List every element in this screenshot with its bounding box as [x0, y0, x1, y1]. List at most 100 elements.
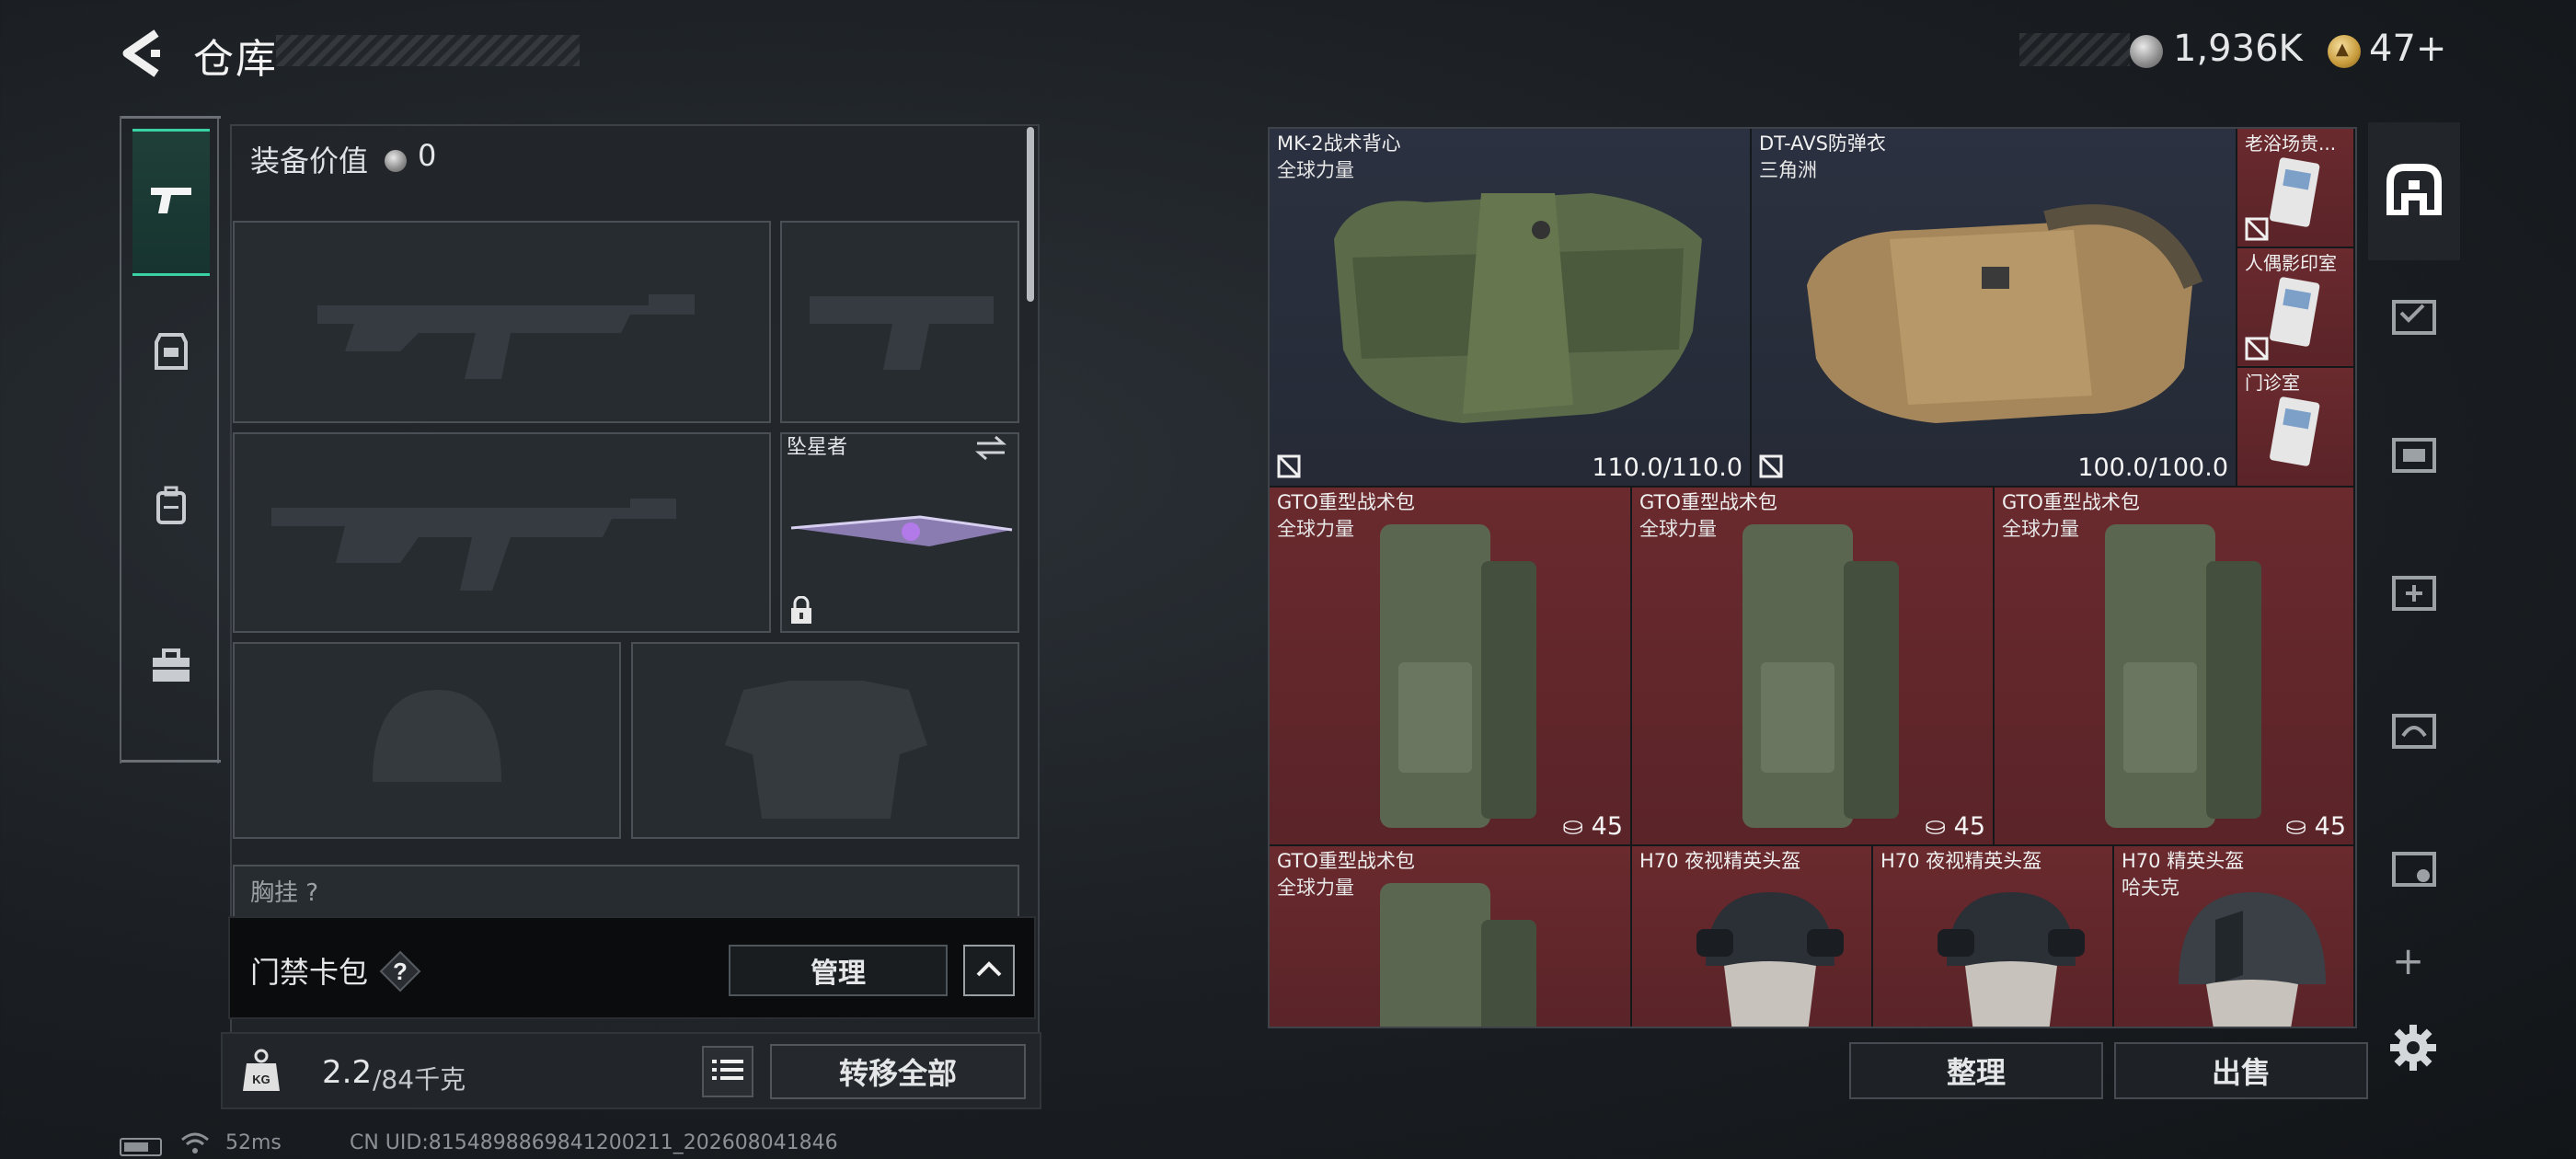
keycard-image — [2270, 396, 2320, 466]
weight-current: 2.2 — [322, 1054, 373, 1091]
gold-coin-icon — [2328, 35, 2361, 68]
item-capacity: ⛀ 45 — [2285, 812, 2346, 841]
svg-text:KG: KG — [252, 1073, 270, 1086]
battery-icon — [120, 1138, 162, 1156]
silver-coin-icon — [2130, 35, 2163, 68]
item-capacity: ⛀ 45 — [1925, 812, 1985, 841]
backpack-image — [1742, 524, 1899, 828]
body-armor-image — [1807, 204, 2203, 423]
collapse-button[interactable] — [963, 945, 1015, 996]
item-subtitle: 全球力量 — [2002, 518, 2079, 540]
nav-weapons[interactable] — [132, 129, 210, 276]
backpack-icon — [153, 486, 190, 530]
tab-stash-2[interactable] — [2368, 386, 2460, 524]
settings-gear-icon[interactable] — [2388, 1023, 2438, 1073]
item-subtitle: 全球力量 — [1639, 518, 1717, 540]
capacity-value: 45 — [2314, 812, 2346, 841]
tab-stash-1[interactable] — [2368, 248, 2460, 386]
item-capacity: ⛀ 45 — [1562, 812, 1623, 841]
list-icon — [712, 1058, 743, 1085]
no-grid-icon — [2245, 337, 2269, 361]
backpack-image — [1380, 524, 1536, 828]
stash-item-backpack[interactable]: GTO重型战术包 全球力量 — [1270, 846, 1632, 1027]
loadout-scrollbar[interactable] — [1027, 127, 1034, 302]
rifle-silhouette-icon — [317, 294, 695, 379]
helmet-slot[interactable] — [233, 642, 621, 839]
stash-item-armor[interactable]: DT-AVS防弹衣 三角洲 100.0/100.0 — [1752, 129, 2237, 488]
swap-icon[interactable] — [975, 434, 1006, 462]
tab-stash-5[interactable] — [2368, 800, 2460, 938]
item-name: 门诊室 — [2245, 372, 2300, 394]
silver-coin-icon — [385, 150, 407, 172]
keycard-label: 门禁卡包 — [250, 955, 369, 990]
sell-button[interactable]: 出售 — [2114, 1042, 2368, 1099]
stash-home-icon — [2386, 164, 2442, 219]
stash-tabs — [2364, 122, 2464, 955]
rifle-silhouette-icon — [271, 499, 676, 591]
item-durability: 100.0/100.0 — [2077, 453, 2228, 482]
silver-currency-amount: 1,936K — [2173, 28, 2303, 70]
weight-kg-icon: KG — [241, 1049, 282, 1093]
weight-max: /84千克 — [373, 1064, 466, 1095]
list-view-button[interactable] — [702, 1046, 753, 1097]
stash-tab-icon — [2388, 568, 2440, 618]
capacity-icon: ⛀ — [1925, 812, 1954, 841]
chest-rig-label: 胸挂 ? — [250, 879, 319, 907]
equip-value-amount: 0 — [418, 138, 437, 173]
chest-rig-slot[interactable] — [233, 865, 1019, 920]
capacity-value: 45 — [1591, 812, 1623, 841]
stash-item-helmet[interactable]: H70 精英头盔 哈夫克 — [2114, 846, 2355, 1027]
tab-stash-3[interactable] — [2368, 524, 2460, 662]
backpack-image — [1380, 883, 1536, 1027]
nav-case[interactable] — [132, 594, 210, 741]
transfer-all-button[interactable]: 转移全部 — [770, 1044, 1026, 1099]
stash-item-helmet[interactable]: H70 夜视精英头盔 — [1873, 846, 2114, 1027]
armor-silhouette-icon — [725, 681, 927, 819]
backpack-image — [2105, 524, 2261, 828]
night-vision-helmet-image — [1696, 892, 1844, 1027]
no-grid-icon — [1759, 454, 1783, 478]
item-subtitle: 全球力量 — [1277, 518, 1354, 540]
stash-grid: MK-2战术背心 全球力量 110.0/110.0 DT-AVS防弹衣 三角洲 … — [1268, 127, 2357, 1028]
item-name: DT-AVS防弹衣 — [1759, 132, 1886, 155]
item-subtitle: 全球力量 — [1277, 877, 1354, 899]
equip-value-label: 装备价值 — [250, 143, 369, 178]
sort-button[interactable]: 整理 — [1849, 1042, 2103, 1099]
stash-item-keycard[interactable]: 门诊室 — [2237, 368, 2355, 488]
nav-backpack[interactable] — [132, 434, 210, 581]
stash-item-vest[interactable]: MK-2战术背心 全球力量 110.0/110.0 — [1270, 129, 1752, 488]
stash-tab-icon — [2388, 430, 2440, 480]
stash-item-helmet[interactable]: H70 夜视精英头盔 — [1632, 846, 1873, 1027]
back-icon[interactable] — [118, 28, 164, 79]
stash-item-keycard[interactable]: 老浴场贵... — [2237, 129, 2355, 248]
stash-item-keycard[interactable]: 人偶影印室 — [2237, 248, 2355, 368]
keycard-image — [2270, 157, 2320, 227]
item-name: 人偶影印室 — [2245, 252, 2337, 274]
stash-item-backpack[interactable]: GTO重型战术包 全球力量 ⛀ 45 — [1270, 488, 1632, 846]
category-nav — [120, 116, 221, 763]
tab-stash-main[interactable] — [2368, 122, 2460, 260]
item-subtitle: 三角洲 — [1759, 159, 1817, 181]
body-armor-slot[interactable] — [631, 642, 1019, 839]
primary-weapon-slot[interactable] — [233, 221, 771, 423]
chevron-up-icon — [976, 960, 1002, 981]
wifi-icon — [180, 1131, 210, 1159]
item-name: 老浴场贵... — [2245, 132, 2337, 155]
add-tab-icon[interactable]: + — [2392, 938, 2424, 983]
gold-currency-amount[interactable]: 47+ — [2369, 28, 2446, 70]
item-name: MK-2战术背心 — [1277, 132, 1401, 155]
tab-stash-4[interactable] — [2368, 662, 2460, 800]
stash-item-backpack[interactable]: GTO重型战术包 全球力量 ⛀ 45 — [1632, 488, 1995, 846]
nav-armor[interactable] — [132, 280, 210, 427]
manage-button[interactable]: 管理 — [729, 945, 948, 996]
item-name: H70 夜视精英头盔 — [1639, 850, 1801, 872]
help-icon[interactable]: ? — [379, 950, 421, 993]
lock-icon — [789, 595, 813, 625]
melee-slot[interactable] — [780, 432, 1019, 633]
stash-item-backpack[interactable]: GTO重型战术包 全球力量 ⛀ 45 — [1995, 488, 2355, 846]
pistol-silhouette-icon — [810, 296, 994, 370]
sidearm-slot[interactable] — [780, 221, 1019, 423]
help-glyph: ? — [393, 958, 408, 985]
item-name: H70 精英头盔 — [2122, 850, 2245, 872]
secondary-weapon-slot[interactable] — [233, 432, 771, 633]
